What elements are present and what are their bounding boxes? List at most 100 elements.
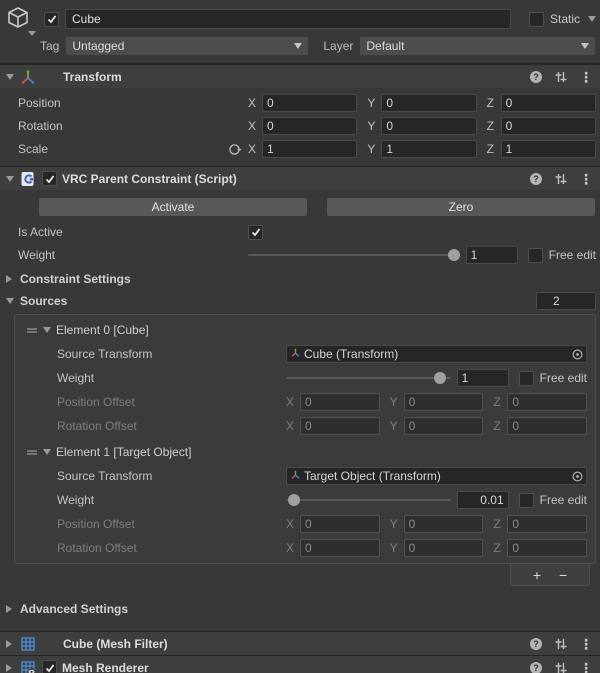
presets-icon[interactable]: [553, 636, 569, 652]
menu-icon[interactable]: ⋮: [578, 69, 594, 85]
gameobject-name-field[interactable]: Cube: [65, 9, 511, 29]
position-x-field[interactable]: 0: [262, 94, 358, 112]
script-icon: [20, 171, 38, 187]
rotation-y-field[interactable]: 0: [381, 117, 477, 135]
element-0-weight-row: Weight 1 Free edit: [15, 369, 587, 387]
mesh-filter-header[interactable]: Cube (Mesh Filter) ? ⋮: [0, 631, 600, 655]
link-icon[interactable]: [227, 142, 242, 157]
layer-value: Default: [366, 39, 405, 53]
rotation-offset-x-field: 0: [300, 417, 380, 435]
activate-button[interactable]: Activate: [38, 197, 308, 217]
mesh-renderer-header[interactable]: Mesh Renderer ? ⋮: [0, 655, 600, 673]
gameobject-icon-button[interactable]: [4, 4, 36, 36]
foldout-closed-icon[interactable]: [6, 639, 12, 648]
free-edit-checkbox[interactable]: [518, 492, 534, 508]
foldout-open-icon[interactable]: [6, 73, 14, 80]
position-z-field[interactable]: 0: [500, 94, 596, 112]
element-1-header[interactable]: Element 1 [Target Object]: [15, 443, 587, 461]
rotation-offset-y-field: 0: [403, 539, 484, 557]
foldout-closed-icon[interactable]: [6, 663, 12, 672]
source-transform-object-field[interactable]: Cube (Transform): [286, 345, 587, 363]
menu-icon[interactable]: ⋮: [578, 660, 594, 673]
element-1-weight-slider[interactable]: [286, 491, 451, 509]
sources-count-field[interactable]: 2: [536, 292, 596, 310]
free-edit-label: Free edit: [548, 248, 596, 262]
weight-slider[interactable]: [248, 246, 460, 264]
add-element-button[interactable]: +: [533, 568, 541, 582]
element-1-title: Element 1 [Target Object]: [56, 445, 192, 459]
axis-y-label: Y: [367, 119, 376, 133]
zero-button[interactable]: Zero: [326, 197, 596, 217]
presets-icon[interactable]: [553, 171, 569, 187]
transform-body: Position X0 Y0 Z0 Rotation X0 Y0 Z0 Scal…: [0, 88, 600, 166]
remove-element-button[interactable]: −: [559, 568, 567, 582]
transform-header[interactable]: Transform ? ⋮: [0, 64, 600, 88]
position-label: Position: [18, 96, 61, 110]
scale-y-field[interactable]: 1: [381, 140, 477, 158]
axis-z-label: Z: [493, 541, 501, 555]
is-active-checkbox[interactable]: [248, 224, 263, 240]
drag-handle-icon[interactable]: [27, 449, 37, 456]
rotation-offset-z-field: 0: [507, 539, 588, 557]
tag-dropdown[interactable]: Untagged: [65, 36, 310, 56]
vrc-constraint-header[interactable]: VRC Parent Constraint (Script) ? ⋮: [0, 166, 600, 190]
source-transform-object-field[interactable]: Target Object (Transform): [286, 467, 587, 485]
rotation-label: Rotation: [18, 119, 63, 133]
axis-z-label: Z: [486, 96, 494, 110]
element-0-weight-value-field[interactable]: 1: [456, 369, 509, 387]
axis-y-label: Y: [389, 541, 398, 555]
rotation-z-field[interactable]: 0: [500, 117, 596, 135]
axis-x-label: X: [286, 395, 295, 409]
object-picker-icon[interactable]: [571, 470, 584, 483]
element-0-rotation-offset-row: Rotation Offset X0 Y0 Z0: [15, 417, 588, 435]
constraint-settings-foldout[interactable]: Constraint Settings: [6, 270, 596, 288]
mesh-filter-icon: [20, 636, 38, 652]
help-icon[interactable]: ?: [528, 69, 544, 85]
help-icon[interactable]: ?: [528, 171, 544, 187]
svg-text:?: ?: [533, 72, 539, 82]
scale-z-field[interactable]: 1: [500, 140, 596, 158]
static-checkbox[interactable]: [528, 11, 544, 27]
position-row: Position X0 Y0 Z0: [0, 94, 596, 112]
element-0-weight-slider[interactable]: [286, 369, 451, 387]
scale-x-field[interactable]: 1: [262, 140, 358, 158]
mesh-filter-title: Cube (Mesh Filter): [63, 636, 168, 651]
menu-icon[interactable]: ⋮: [578, 171, 594, 187]
advanced-settings-foldout[interactable]: Advanced Settings: [6, 600, 596, 618]
element-0-header[interactable]: Element 0 [Cube]: [15, 321, 587, 339]
object-picker-icon[interactable]: [571, 348, 584, 361]
sources-foldout[interactable]: Sources 2: [6, 292, 596, 310]
axis-z-label: Z: [493, 419, 501, 433]
free-edit-checkbox[interactable]: [527, 247, 543, 263]
sources-list-footer: + −: [14, 564, 596, 586]
presets-icon[interactable]: [553, 660, 569, 673]
axis-y-label: Y: [389, 395, 398, 409]
free-edit-checkbox[interactable]: [518, 370, 534, 386]
position-y-field[interactable]: 0: [381, 94, 477, 112]
presets-icon[interactable]: [553, 69, 569, 85]
vrc-enabled-checkbox[interactable]: [42, 171, 57, 186]
element-1-weight-value-field[interactable]: 0.01: [456, 491, 509, 509]
weight-value-field[interactable]: 1: [465, 246, 518, 264]
gameobject-enabled-checkbox[interactable]: [44, 11, 59, 27]
menu-icon[interactable]: ⋮: [578, 636, 594, 652]
static-dropdown-icon[interactable]: [588, 16, 596, 22]
help-icon[interactable]: ?: [528, 660, 544, 673]
drag-handle-icon[interactable]: [27, 327, 37, 334]
foldout-open-icon[interactable]: [6, 175, 14, 182]
axis-y-label: Y: [389, 517, 398, 531]
axis-y-label: Y: [367, 142, 376, 156]
free-edit-label: Free edit: [539, 493, 587, 507]
chevron-down-icon: [28, 31, 36, 36]
rotation-offset-label: Rotation Offset: [57, 419, 137, 433]
mesh-renderer-enabled-checkbox[interactable]: [42, 660, 57, 673]
rotation-x-field[interactable]: 0: [262, 117, 358, 135]
help-icon[interactable]: ?: [528, 636, 544, 652]
element-0-source-row: Source Transform Cube (Transform): [15, 345, 587, 363]
axis-x-label: X: [286, 419, 295, 433]
layer-dropdown[interactable]: Default: [359, 36, 596, 56]
source-transform-value: Target Object (Transform): [304, 469, 441, 483]
is-active-label: Is Active: [18, 225, 63, 239]
gameobject-header: Cube Static Tag Untagged Layer Default: [0, 0, 600, 64]
svg-text:?: ?: [533, 639, 539, 649]
